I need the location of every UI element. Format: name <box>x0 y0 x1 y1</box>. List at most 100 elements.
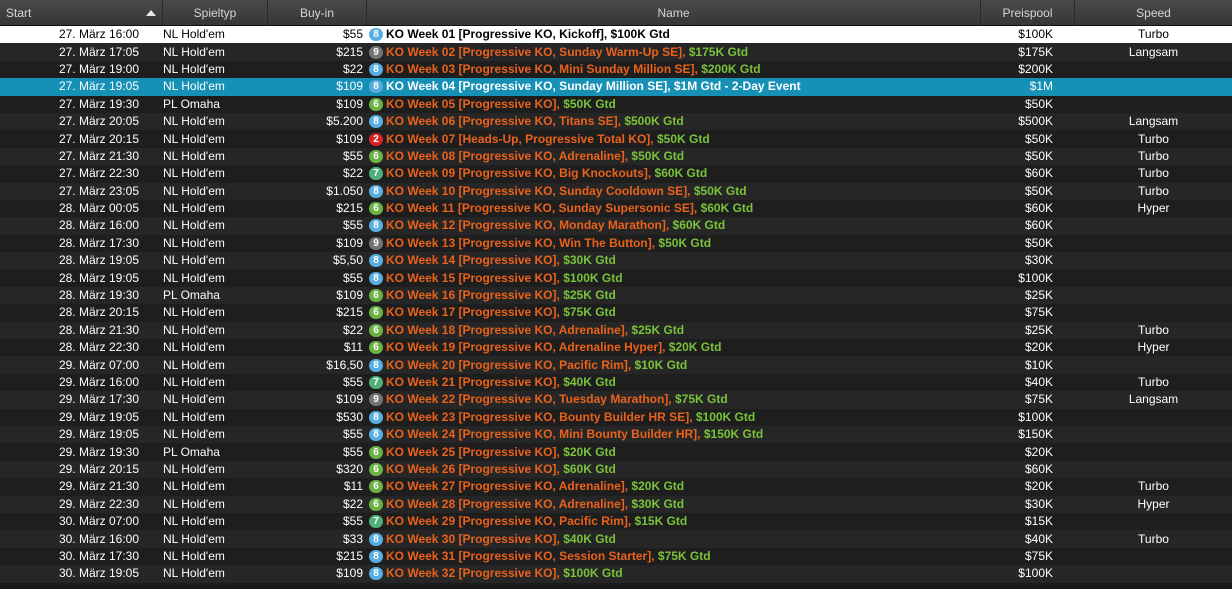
table-size-badge-icon: 8 <box>369 358 383 372</box>
table-row[interactable]: 29. März 19:30 PL Omaha $55 6 KO Week 25 [Pr… <box>0 443 1232 461</box>
table-row[interactable]: 29. März 17:30 NL Hold'em $109 9 KO Week 22 … <box>0 391 1232 409</box>
tournament-name: KO Week 16 [Progressive KO], <box>386 288 560 303</box>
column-header-start[interactable]: Start <box>0 0 163 25</box>
cell-start: 30. März 07:00 <box>58 514 139 529</box>
table-row[interactable]: 30. März 16:00 NL Hold'em $33 8 KO Week 30 [… <box>0 530 1232 548</box>
cell-buyin: $109 <box>336 392 363 407</box>
cell-start: 27. März 20:15 <box>58 131 139 146</box>
cell-prize-pool: $60K <box>1024 166 1053 181</box>
table-row[interactable]: 28. März 20:15 NL Hold'em $215 6 KO Week 17 … <box>0 304 1232 322</box>
cell-prize-pool: $25K <box>1024 288 1053 303</box>
cell-start: 29. März 19:05 <box>58 409 139 424</box>
guarantee-text: $50K Gtd <box>628 148 685 163</box>
table-size-badge-icon: 8 <box>369 271 383 285</box>
cell-start: 27. März 23:05 <box>58 183 139 198</box>
cell-prize-pool: $40K <box>1024 375 1053 389</box>
table-row[interactable]: 27. März 21:30 NL Hold'em $55 6 KO Week 08 [… <box>0 147 1232 166</box>
cell-game-type: NL Hold'em <box>163 131 225 146</box>
cell-start: 30. März 16:00 <box>58 531 139 546</box>
table-row[interactable]: 27. März 17:05 NL Hold'em $215 9 KO Week 02 … <box>0 43 1232 61</box>
cell-buyin: $109 <box>336 131 363 146</box>
table-size-badge-icon: 6 <box>369 202 383 216</box>
cell-start: 27. März 19:00 <box>58 61 139 76</box>
cell-game-type: NL Hold'em <box>163 427 225 442</box>
table-size-badge-icon: 6 <box>369 97 383 111</box>
table-row[interactable]: 29. März 21:30 NL Hold'em $11 6 KO Week 27 [… <box>0 478 1232 496</box>
cell-name: 6 KO Week 05 [Progressive KO], $50K Gtd <box>367 96 981 113</box>
table-row[interactable]: 30. März 17:30 NL Hold'em $215 8 KO Week 31 … <box>0 547 1232 566</box>
column-header-type[interactable]: Spieltyp <box>163 0 268 25</box>
guarantee-text: $50K Gtd <box>690 183 747 198</box>
table-row[interactable]: 29. März 16:00 NL Hold'em $55 7 KO Week 21 [… <box>0 373 1232 392</box>
table-row[interactable]: 29. März 20:15 NL Hold'em $320 6 KO Week 26 … <box>0 460 1232 479</box>
table-row[interactable]: 28. März 21:30 NL Hold'em $22 6 KO Week 18 [… <box>0 321 1232 340</box>
cell-name: 6 KO Week 25 [Progressive KO], $20K Gtd <box>367 444 981 461</box>
guarantee-text: $75K Gtd <box>671 392 728 407</box>
tournament-name: KO Week 15 [Progressive KO], <box>386 270 560 285</box>
table-row[interactable]: 28. März 19:05 NL Hold'em $5,50 8 KO Week 14… <box>0 252 1232 270</box>
cell-name: 8 KO Week 24 [Progressive KO, Mini Bounty… <box>367 426 981 443</box>
table-row[interactable]: 27. März 19:00 NL Hold'em $22 8 KO Week 03 [… <box>0 60 1232 79</box>
table-row[interactable]: 27. März 19:30 PL Omaha $109 6 KO Week 05 [P… <box>0 95 1232 113</box>
table-row[interactable]: 28. März 00:05 NL Hold'em $215 6 KO Week 11 … <box>0 199 1232 218</box>
cell-prize-pool: $50K <box>1024 131 1053 146</box>
cell-name: 6 KO Week 27 [Progressive KO, Adrenaline]… <box>367 478 981 495</box>
table-row[interactable]: 28. März 22:30 NL Hold'em $11 6 KO Week 19 [… <box>0 339 1232 357</box>
cell-prize-pool: $10K <box>1024 357 1053 372</box>
cell-start: 27. März 19:05 <box>58 79 139 94</box>
table-row[interactable]: 29. März 19:05 NL Hold'em $55 8 KO Week 24 [… <box>0 425 1232 444</box>
table-row[interactable]: 28. März 19:30 PL Omaha $109 6 KO Week 16 [P… <box>0 286 1232 305</box>
table-row[interactable]: 27. März 23:05 NL Hold'em $1.050 8 KO Week 1… <box>0 182 1232 200</box>
table-size-badge-icon: 7 <box>369 515 383 529</box>
cell-name: 6 KO Week 26 [Progressive KO], $60K Gtd <box>367 461 981 478</box>
table-row[interactable]: 29. März 22:30 NL Hold'em $22 6 KO Week 28 [… <box>0 495 1232 513</box>
table-row[interactable]: 30. März 19:05 NL Hold'em $109 8 KO Week 32 … <box>0 565 1232 583</box>
guarantee-text: $60K Gtd <box>559 461 616 476</box>
table-row[interactable]: 27. März 22:30 NL Hold'em $22 7 KO Week 09 [… <box>0 165 1232 183</box>
cell-prize-pool: $60K <box>1024 461 1053 476</box>
table-row[interactable]: 28. März 17:30 NL Hold'em $109 9 KO Week 13 … <box>0 234 1232 253</box>
cell-start: 27. März 20:05 <box>58 114 139 129</box>
cell-game-type: PL Omaha <box>163 444 220 459</box>
cell-game-type: NL Hold'em <box>163 166 225 181</box>
tournament-name: KO Week 21 [Progressive KO], <box>386 375 560 389</box>
table-row[interactable]: 29. März 07:00 NL Hold'em $16,50 8 KO Week 2… <box>0 356 1232 374</box>
cell-buyin: $55 <box>342 270 363 285</box>
column-header-name[interactable]: Name <box>367 0 981 25</box>
cell-game-type: NL Hold'em <box>163 235 225 250</box>
cell-speed: Langsam <box>1128 392 1179 407</box>
column-header-speed[interactable]: Speed <box>1075 0 1232 25</box>
cell-start: 27. März 19:30 <box>58 96 139 111</box>
guarantee-text: $30K Gtd <box>559 253 616 268</box>
cell-game-type: NL Hold'em <box>163 514 225 529</box>
table-row[interactable]: 28. März 19:05 NL Hold'em $55 8 KO Week 15 [… <box>0 269 1232 287</box>
cell-prize-pool: $100K <box>1018 270 1053 285</box>
guarantee-text: $60K Gtd <box>697 201 754 216</box>
table-size-badge-icon: 8 <box>369 62 383 76</box>
tournament-name: KO Week 01 [Progressive KO, Kickoff], <box>386 27 608 42</box>
cell-start: 29. März 19:30 <box>58 444 139 459</box>
table-row[interactable]: 28. März 16:00 NL Hold'em $55 8 KO Week 12 [… <box>0 217 1232 235</box>
table-row[interactable]: 30. März 07:00 NL Hold'em $55 7 KO Week 29 [… <box>0 512 1232 531</box>
cell-game-type: NL Hold'em <box>163 479 225 494</box>
column-header-pool[interactable]: Preispool <box>981 0 1075 25</box>
table-row[interactable]: 29. März 19:05 NL Hold'em $530 8 KO Week 23 … <box>0 408 1232 426</box>
cell-start: 29. März 22:30 <box>58 496 139 511</box>
cell-name: 8 KO Week 03 [Progressive KO, Mini Sunday… <box>367 61 981 78</box>
cell-game-type: PL Omaha <box>163 96 220 111</box>
table-row[interactable]: 27. März 20:15 NL Hold'em $109 2 KO Week 07 … <box>0 130 1232 148</box>
table-row[interactable]: 27. März 20:05 NL Hold'em $5.200 8 KO Week 0… <box>0 112 1232 131</box>
tournament-name: KO Week 14 [Progressive KO], <box>386 253 560 268</box>
table-row[interactable]: 27. März 19:05 NL Hold'em $109 8 KO Week 04 … <box>0 78 1232 96</box>
table-size-badge-icon: 8 <box>369 184 383 198</box>
cell-buyin: $215 <box>336 305 363 320</box>
table-size-badge-icon: 6 <box>369 149 383 163</box>
cell-start: 27. März 22:30 <box>58 166 139 181</box>
guarantee-text: $175K Gtd <box>685 44 749 59</box>
table-size-badge-icon: 8 <box>369 428 383 442</box>
column-header-buyin[interactable]: Buy-in <box>268 0 367 25</box>
cell-game-type: PL Omaha <box>163 288 220 303</box>
cell-name: 8 KO Week 06 [Progressive KO, Titans SE],… <box>367 113 981 130</box>
cell-game-type: NL Hold'em <box>163 27 225 42</box>
table-row[interactable]: 27. März 16:00 NL Hold'em $55 8 KO Week 01 [… <box>0 26 1232 44</box>
